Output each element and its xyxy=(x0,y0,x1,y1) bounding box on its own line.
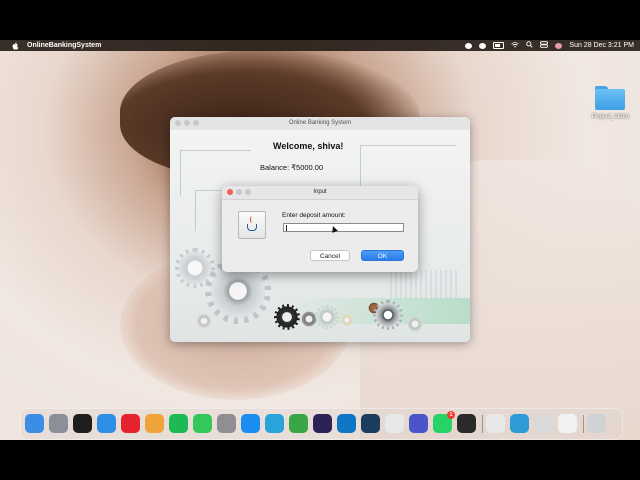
siri-icon[interactable] xyxy=(555,42,563,49)
gear-decoration xyxy=(195,312,213,330)
dialog-title: Input xyxy=(313,189,327,195)
java-doc-icon[interactable] xyxy=(558,414,577,433)
text-caret xyxy=(286,225,287,231)
telegram-icon[interactable] xyxy=(265,414,284,433)
input-dialog: Input Enter deposit amount: Cancel OK xyxy=(222,186,418,272)
folder-label: Project_Video xyxy=(592,114,630,120)
leaf-app-icon[interactable] xyxy=(289,414,308,433)
monitor-app-icon[interactable] xyxy=(510,414,529,433)
java-icon xyxy=(238,211,266,239)
graph-tool-icon[interactable] xyxy=(361,414,380,433)
eclipse-icon[interactable] xyxy=(313,414,332,433)
opera-icon[interactable] xyxy=(121,414,140,433)
whatsapp-icon[interactable]: 1 xyxy=(433,411,455,433)
menu-bar-status: Sun 28 Dec 3:21 PM xyxy=(465,40,634,51)
launchpad-icon[interactable] xyxy=(49,414,68,433)
gear-decoration xyxy=(274,304,300,330)
chrome-icon[interactable] xyxy=(385,414,404,433)
photos-icon[interactable] xyxy=(145,414,164,433)
apple-menu-icon[interactable] xyxy=(9,41,21,50)
dialog-zoom-button xyxy=(245,189,251,195)
settings-icon[interactable] xyxy=(217,414,236,433)
safari-icon[interactable] xyxy=(97,414,116,433)
window-controls xyxy=(175,120,199,126)
vscode-icon[interactable] xyxy=(337,414,356,433)
gear-decoration xyxy=(406,315,424,333)
dock: 1 xyxy=(20,408,623,440)
ok-button[interactable]: OK xyxy=(361,250,404,261)
gear-decoration xyxy=(315,305,339,329)
spotify-icon[interactable] xyxy=(169,414,188,433)
active-app-name[interactable]: OnlineBankingSystem xyxy=(27,42,101,49)
finder-icon[interactable] xyxy=(25,414,44,433)
trash-icon[interactable] xyxy=(587,414,606,433)
record-icon[interactable] xyxy=(465,42,473,49)
letterbox-top xyxy=(0,0,640,40)
dialog-close-button[interactable] xyxy=(227,189,233,195)
notification-badge: 1 xyxy=(447,411,455,419)
welcome-heading: Welcome, shiva! xyxy=(273,141,344,151)
zoom-window-button[interactable] xyxy=(193,120,199,126)
cancel-button[interactable]: Cancel xyxy=(310,250,350,261)
desktop-folder-project-video[interactable]: Project_Video xyxy=(592,86,630,120)
dialog-titlebar[interactable]: Input xyxy=(222,186,418,200)
battery-icon[interactable] xyxy=(493,42,505,49)
dialog-minimize-button xyxy=(236,189,242,195)
chrome-2-icon[interactable] xyxy=(486,414,505,433)
gear-decoration xyxy=(340,313,354,327)
folder-icon xyxy=(595,86,625,110)
close-window-button[interactable] xyxy=(175,120,181,126)
deposit-prompt-label: Enter deposit amount: xyxy=(282,212,346,219)
menu-bar: OnlineBankingSystem Sun 28 Dec 3:21 PM xyxy=(0,40,640,51)
gear-decoration xyxy=(373,300,403,330)
main-window-titlebar[interactable]: Online Banking System xyxy=(170,117,470,131)
control-center-icon[interactable] xyxy=(540,41,549,50)
balance-label: Balance: ₹5000.00 xyxy=(260,163,324,172)
letterbox-bottom xyxy=(0,440,640,480)
app-store-icon[interactable] xyxy=(241,414,260,433)
dialog-window-controls xyxy=(227,189,251,195)
figma-icon[interactable] xyxy=(73,414,92,433)
menu-bar-clock[interactable]: Sun 28 Dec 3:21 PM xyxy=(569,42,634,49)
minimize-window-button[interactable] xyxy=(184,120,190,126)
preview-icon[interactable] xyxy=(534,414,553,433)
main-window-title: Online Banking System xyxy=(288,120,352,126)
dock-separator xyxy=(482,415,483,433)
bars-decoration xyxy=(390,270,460,300)
deposit-amount-input[interactable] xyxy=(283,223,404,232)
vector-tool-icon[interactable] xyxy=(457,414,476,433)
facetime-icon[interactable] xyxy=(193,414,212,433)
wifi-icon[interactable] xyxy=(511,41,520,50)
search-icon[interactable] xyxy=(526,41,534,50)
utility-icon[interactable] xyxy=(409,414,428,433)
vpn-icon[interactable] xyxy=(479,42,487,49)
dock-separator xyxy=(583,415,584,433)
